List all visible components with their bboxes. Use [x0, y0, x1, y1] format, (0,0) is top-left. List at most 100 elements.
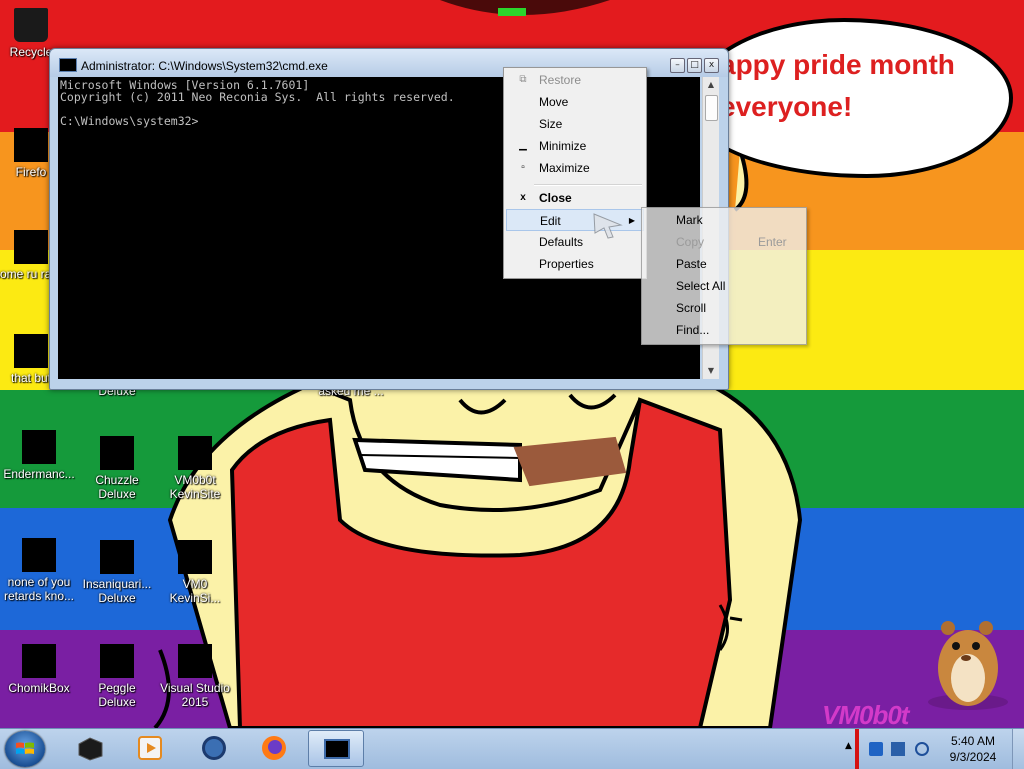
- desktop-icon-label: Endermanc...: [3, 467, 75, 481]
- menu-item-size[interactable]: Size: [506, 113, 644, 135]
- desktop-icon-peggle-deluxe[interactable]: Peggle Deluxe: [78, 644, 156, 709]
- tray-volume-icon[interactable]: [915, 742, 929, 756]
- clock-time: 5:40 AM: [950, 734, 996, 748]
- firefox-icon: [262, 736, 286, 760]
- menu-item-label: Restore: [539, 73, 582, 87]
- firefox-shortcut-icon: [14, 128, 48, 162]
- clock-date: 9/3/2024: [949, 750, 997, 764]
- file-icon: [14, 230, 48, 264]
- desktop-icon-chuzzle-deluxe[interactable]: Chuzzle Deluxe: [78, 436, 156, 501]
- desktop-icon-label: Visual Studio 2015: [160, 681, 230, 709]
- close-button[interactable]: x: [704, 58, 719, 73]
- close-icon: x: [520, 192, 526, 203]
- taskbar-clock[interactable]: 5:40 AM 9/3/2024: [940, 733, 1006, 765]
- cmd-window-title: Administrator: C:\Windows\System32\cmd.e…: [81, 59, 328, 73]
- hamster-mascot-icon: [928, 621, 1008, 710]
- watermark-logo: VM0b0t: [822, 700, 909, 728]
- taskbar-app-firefox[interactable]: [246, 730, 302, 767]
- desktop-icon-endermanc[interactable]: Endermanc...: [0, 430, 78, 481]
- start-button[interactable]: [5, 731, 45, 767]
- recycle-bin-icon: [14, 8, 48, 42]
- minimize-button[interactable]: –: [670, 58, 685, 73]
- insaniquarium-icon: [100, 540, 134, 574]
- kevinsite-icon: [178, 540, 212, 574]
- submenu-item-scroll[interactable]: Scroll: [644, 297, 804, 319]
- menu-item-defaults[interactable]: Defaults: [506, 231, 644, 253]
- desktop-icon-label: Chuzzle Deluxe: [95, 473, 139, 501]
- file-icon: [14, 334, 48, 368]
- desktop-icon-label: VM0 KevinSi...: [169, 577, 221, 605]
- media-player-icon: [138, 736, 162, 760]
- system-tray: ▲: [845, 729, 945, 769]
- scroll-up-arrow-icon[interactable]: ▲: [703, 77, 719, 93]
- menu-item-move[interactable]: Move: [506, 91, 644, 113]
- scroll-down-arrow-icon[interactable]: ▼: [703, 363, 719, 379]
- tray-network-icon[interactable]: [869, 742, 883, 756]
- submenu-arrow-icon: ▶: [628, 216, 635, 225]
- windows-logo-icon: [16, 742, 34, 754]
- restore-icon: ⧉: [519, 74, 527, 85]
- black-box-app-icon: [78, 737, 103, 761]
- submenu-item-label: Select All: [676, 279, 726, 293]
- visual-studio-icon: [178, 644, 212, 678]
- menu-item-label: Minimize: [539, 139, 587, 153]
- submenu-item-label: Find...: [676, 323, 710, 337]
- chuzzle-icon: [100, 436, 134, 470]
- taskbar: ▲ 5:40 AM 9/3/2024: [0, 728, 1024, 769]
- chomikbox-icon: [22, 644, 56, 678]
- submenu-item-accelerator: Enter: [758, 235, 787, 249]
- menu-item-label: Edit: [540, 214, 561, 228]
- submenu-item-label: Scroll: [676, 301, 707, 315]
- submenu-item-find[interactable]: Find...: [644, 319, 804, 341]
- menu-item-label: Defaults: [539, 235, 584, 249]
- desktop-icon-none-of-you[interactable]: none of you retards kno...: [0, 538, 78, 603]
- system-menu: ⧉ Restore Move Size ▁ Minimize ▫ Maximiz…: [503, 67, 647, 279]
- menu-item-maximize[interactable]: ▫ Maximize: [506, 157, 644, 179]
- menu-item-properties[interactable]: Properties: [506, 253, 644, 275]
- submenu-item-copy[interactable]: Copy Enter: [644, 231, 804, 253]
- desktop-icon-visual-studio-2015[interactable]: Visual Studio 2015: [156, 644, 234, 709]
- submenu-item-label: Copy: [676, 235, 705, 249]
- cmd-taskbar-icon: [324, 739, 350, 759]
- peggle-icon: [100, 644, 134, 678]
- menu-item-label: Close: [539, 191, 572, 205]
- desktop-icon-label: Peggle Deluxe: [98, 681, 136, 709]
- taskbar-app-media-player[interactable]: [122, 730, 178, 767]
- menu-item-restore[interactable]: ⧉ Restore: [506, 69, 644, 91]
- menu-item-edit[interactable]: Edit ▶: [506, 209, 644, 231]
- edit-submenu: Mark Copy Enter Paste Select All Scroll …: [641, 207, 807, 345]
- menu-item-close[interactable]: x Close: [506, 187, 644, 209]
- endermanc-icon: [22, 430, 56, 464]
- taskbar-app-black-box[interactable]: [62, 730, 118, 767]
- taskbar-app-browser[interactable]: [186, 730, 242, 767]
- desktop-icon-chomikbox[interactable]: ChomikBox: [0, 644, 78, 695]
- submenu-item-paste[interactable]: Paste: [644, 253, 804, 275]
- cmd-window-icon[interactable]: [59, 58, 77, 72]
- file-icon: [22, 538, 56, 572]
- scrollbar-thumb[interactable]: [705, 95, 718, 121]
- mouse-cursor-icon: [593, 213, 623, 239]
- maximize-button[interactable]: □: [687, 58, 702, 73]
- menu-item-label: Size: [539, 117, 563, 131]
- kevinsite-icon: [178, 436, 212, 470]
- menu-item-minimize[interactable]: ▁ Minimize: [506, 135, 644, 157]
- desktop-icon-vm0-kevinsite[interactable]: VM0 KevinSi...: [156, 540, 234, 605]
- taskbar-app-cmd[interactable]: [308, 730, 364, 767]
- menu-item-label: Maximize: [539, 161, 590, 175]
- tray-display-icon[interactable]: [891, 742, 905, 756]
- desktop-icon-vm0b0t-kevinsite[interactable]: VM0b0t KevinSite: [156, 436, 234, 501]
- maximize-icon: ▫: [521, 162, 525, 173]
- desktop-icon-label: VM0b0t KevinSite: [169, 473, 221, 501]
- tray-expand-arrow-icon[interactable]: ▲: [845, 741, 859, 755]
- desktop-icon-insaniquarium-deluxe[interactable]: Insaniquari... Deluxe: [78, 540, 156, 605]
- menu-separator: [534, 184, 642, 186]
- submenu-item-label: Paste: [676, 257, 707, 271]
- submenu-item-mark[interactable]: Mark: [644, 209, 804, 231]
- minimize-icon: ▁: [519, 140, 527, 151]
- speech-bubble-text: appy pride month everyone!: [720, 49, 955, 122]
- submenu-item-select-all[interactable]: Select All: [644, 275, 804, 297]
- menu-item-label: Move: [539, 95, 569, 109]
- desktop-icon-label: ChomikBox: [8, 681, 70, 695]
- globe-browser-icon: [202, 736, 226, 760]
- show-desktop-button[interactable]: [1012, 729, 1024, 769]
